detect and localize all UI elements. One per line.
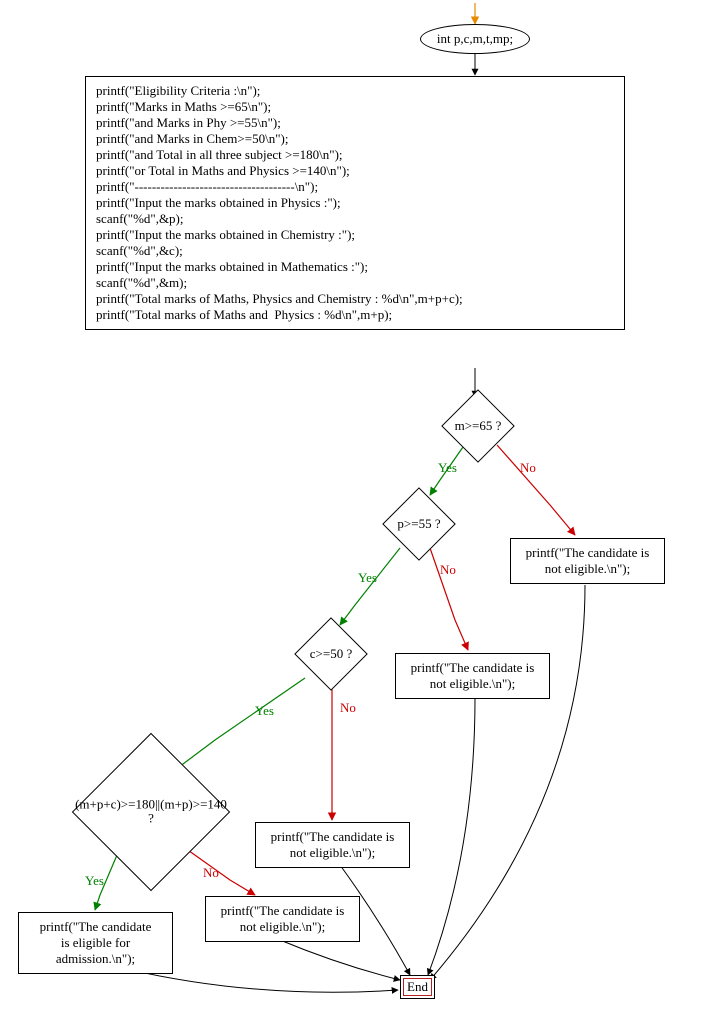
label-no-d2: No: [440, 562, 456, 578]
decision-p55-text: p>=55 ?: [397, 516, 440, 532]
output-not-eligible-4-text: printf("The candidate is not eligible.\n…: [221, 903, 345, 934]
start-node: int p,c,m,t,mp;: [420, 24, 530, 54]
code-block: printf("Eligibility Criteria :\n");print…: [85, 76, 625, 330]
label-yes-d1: Yes: [438, 460, 457, 476]
output-not-eligible-3-text: printf("The candidate is not eligible.\n…: [271, 829, 395, 860]
decision-c50: c>=50 ?: [294, 617, 368, 691]
code-line: printf("Total marks of Maths and Physics…: [96, 307, 614, 323]
decision-totals-line2: ?: [148, 811, 154, 826]
output-not-eligible-3: printf("The candidate is not eligible.\n…: [255, 822, 410, 868]
label-no-d3: No: [340, 700, 356, 716]
code-line: scanf("%d",&c);: [96, 243, 614, 259]
end-node: End: [400, 975, 435, 999]
code-line: printf("--------------------------------…: [96, 179, 614, 195]
code-line: printf("and Total in all three subject >…: [96, 147, 614, 163]
decision-totals-line1: (m+p+c)>=180||(m+p)>=140: [75, 797, 227, 812]
code-line: printf("and Marks in Phy >=55\n");: [96, 115, 614, 131]
label-yes-d3: Yes: [255, 703, 274, 719]
output-not-eligible-2: printf("The candidate is not eligible.\n…: [395, 653, 550, 699]
code-line: printf("and Marks in Chem>=50\n");: [96, 131, 614, 147]
code-line: printf("Input the marks obtained in Math…: [96, 259, 614, 275]
output-not-eligible-1: printf("The candidate is not eligible.\n…: [510, 538, 665, 584]
output-not-eligible-1-text: printf("The candidate is not eligible.\n…: [526, 545, 650, 576]
output-eligible-text: printf("The candidate is eligible for ad…: [40, 919, 152, 966]
code-line: printf("Total marks of Maths, Physics an…: [96, 291, 614, 307]
label-yes-d4: Yes: [85, 873, 104, 889]
decision-m65: m>=65 ?: [441, 389, 515, 463]
code-line: printf("Input the marks obtained in Phys…: [96, 195, 614, 211]
label-no-d1: No: [520, 460, 536, 476]
decision-m65-text: m>=65 ?: [455, 418, 502, 434]
code-line: printf("or Total in Maths and Physics >=…: [96, 163, 614, 179]
label-yes-d2: Yes: [358, 570, 377, 586]
decision-totals-text: (m+p+c)>=180||(m+p)>=140 ?: [61, 798, 241, 827]
code-line: scanf("%d",&m);: [96, 275, 614, 291]
code-line: printf("Marks in Maths >=65\n");: [96, 99, 614, 115]
code-line: scanf("%d",&p);: [96, 211, 614, 227]
decision-p55: p>=55 ?: [382, 487, 456, 561]
output-eligible: printf("The candidate is eligible for ad…: [18, 912, 173, 974]
code-line: printf("Input the marks obtained in Chem…: [96, 227, 614, 243]
label-no-d4: No: [203, 865, 219, 881]
end-node-text: End: [407, 979, 428, 994]
output-not-eligible-2-text: printf("The candidate is not eligible.\n…: [411, 660, 535, 691]
code-line: printf("Eligibility Criteria :\n");: [96, 83, 614, 99]
decision-c50-text: c>=50 ?: [310, 646, 352, 662]
start-node-text: int p,c,m,t,mp;: [437, 31, 513, 47]
output-not-eligible-4: printf("The candidate is not eligible.\n…: [205, 896, 360, 942]
